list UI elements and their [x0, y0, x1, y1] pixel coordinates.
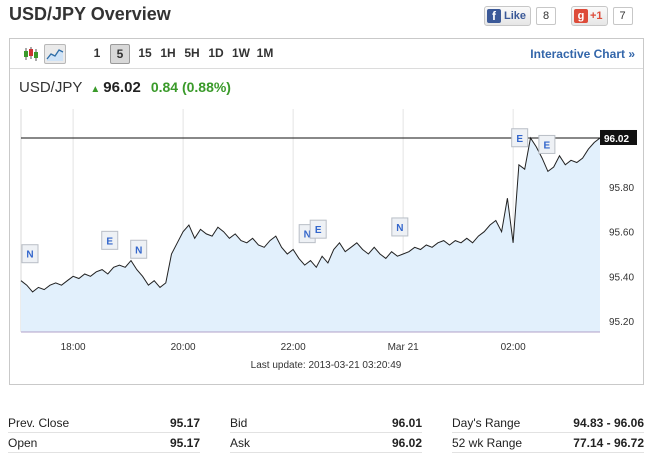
x-tick-label: 20:00 — [171, 342, 196, 353]
stat-label: 52 wk Range — [452, 436, 523, 450]
event-marker-e[interactable]: E — [309, 219, 327, 239]
event-marker-label: E — [544, 140, 551, 151]
event-marker-label: E — [516, 134, 523, 145]
stat-value: 96.01 — [391, 416, 422, 430]
stat-value: 77.14 - 96.72 — [573, 436, 644, 450]
facebook-like-button[interactable]: f Like — [484, 6, 532, 26]
event-marker-e[interactable]: E — [538, 134, 556, 154]
current-price-label: 96.02 — [604, 134, 629, 145]
event-marker-label: E — [106, 236, 113, 247]
stat-label: Ask — [230, 436, 251, 450]
facebook-like-label: Like — [504, 10, 527, 22]
event-marker-label: N — [26, 250, 33, 261]
x-tick-label: 22:00 — [281, 342, 306, 353]
event-marker-label: N — [396, 223, 403, 234]
stats-row: Open 95.17 Ask 96.02 52 wk Range 77.14 - 96.7… — [8, 433, 644, 453]
google-plus-count: 7 — [612, 7, 633, 25]
stat-label: Prev. Close — [8, 416, 70, 430]
stat-label: Bid — [230, 416, 248, 430]
price-chart[interactable]: 96.02 95.80 95.60 95.40 95.20 18:00 20:00 22:00… — [10, 39, 643, 384]
event-marker-label: N — [135, 245, 142, 256]
facebook-like[interactable]: f Like 8 — [484, 6, 557, 26]
stat-divider — [230, 452, 422, 453]
y-tick-label: 95.60 — [609, 228, 634, 239]
facebook-like-count: 8 — [536, 7, 557, 25]
facebook-icon: f — [487, 9, 501, 23]
event-marker-n[interactable]: N — [391, 217, 409, 237]
event-marker-e[interactable]: E — [101, 230, 119, 250]
stat-divider — [452, 452, 644, 453]
stat-value: 94.83 - 96.06 — [573, 416, 644, 430]
google-plus-one[interactable]: g +1 7 — [571, 6, 633, 26]
stat-divider — [8, 452, 200, 453]
stats-row: Prev. Close 95.17 Bid 96.01 Day's Range 94.83… — [8, 413, 644, 433]
event-marker-label: E — [315, 225, 322, 236]
event-marker-n[interactable]: N — [21, 244, 39, 264]
x-tick-label: Mar 21 — [388, 342, 420, 353]
google-plus-icon: g — [574, 9, 588, 23]
stat-value: 95.17 — [169, 436, 200, 450]
stat-label: Day's Range — [452, 416, 521, 430]
event-marker-e[interactable]: E — [511, 128, 529, 148]
last-update-label: Last update: 2013-03-21 03:20:49 — [251, 360, 402, 371]
page-title: USD/JPY Overview — [9, 4, 171, 24]
stat-label: Open — [8, 436, 38, 450]
stat-value: 96.02 — [391, 436, 422, 450]
x-tick-label: 18:00 — [61, 342, 86, 353]
chart-panel: 1 5 15 1H 5H 1D 1W 1M Interactive Chart » USD/J… — [9, 38, 644, 385]
y-tick-label: 95.80 — [609, 183, 634, 194]
y-tick-label: 95.40 — [609, 272, 634, 283]
x-tick-label: 02:00 — [501, 342, 526, 353]
event-marker-n[interactable]: N — [130, 239, 148, 259]
google-plus-button[interactable]: g +1 — [571, 6, 608, 26]
y-tick-label: 95.20 — [609, 317, 634, 328]
google-plus-label: +1 — [590, 10, 603, 22]
stat-value: 95.17 — [169, 416, 200, 430]
